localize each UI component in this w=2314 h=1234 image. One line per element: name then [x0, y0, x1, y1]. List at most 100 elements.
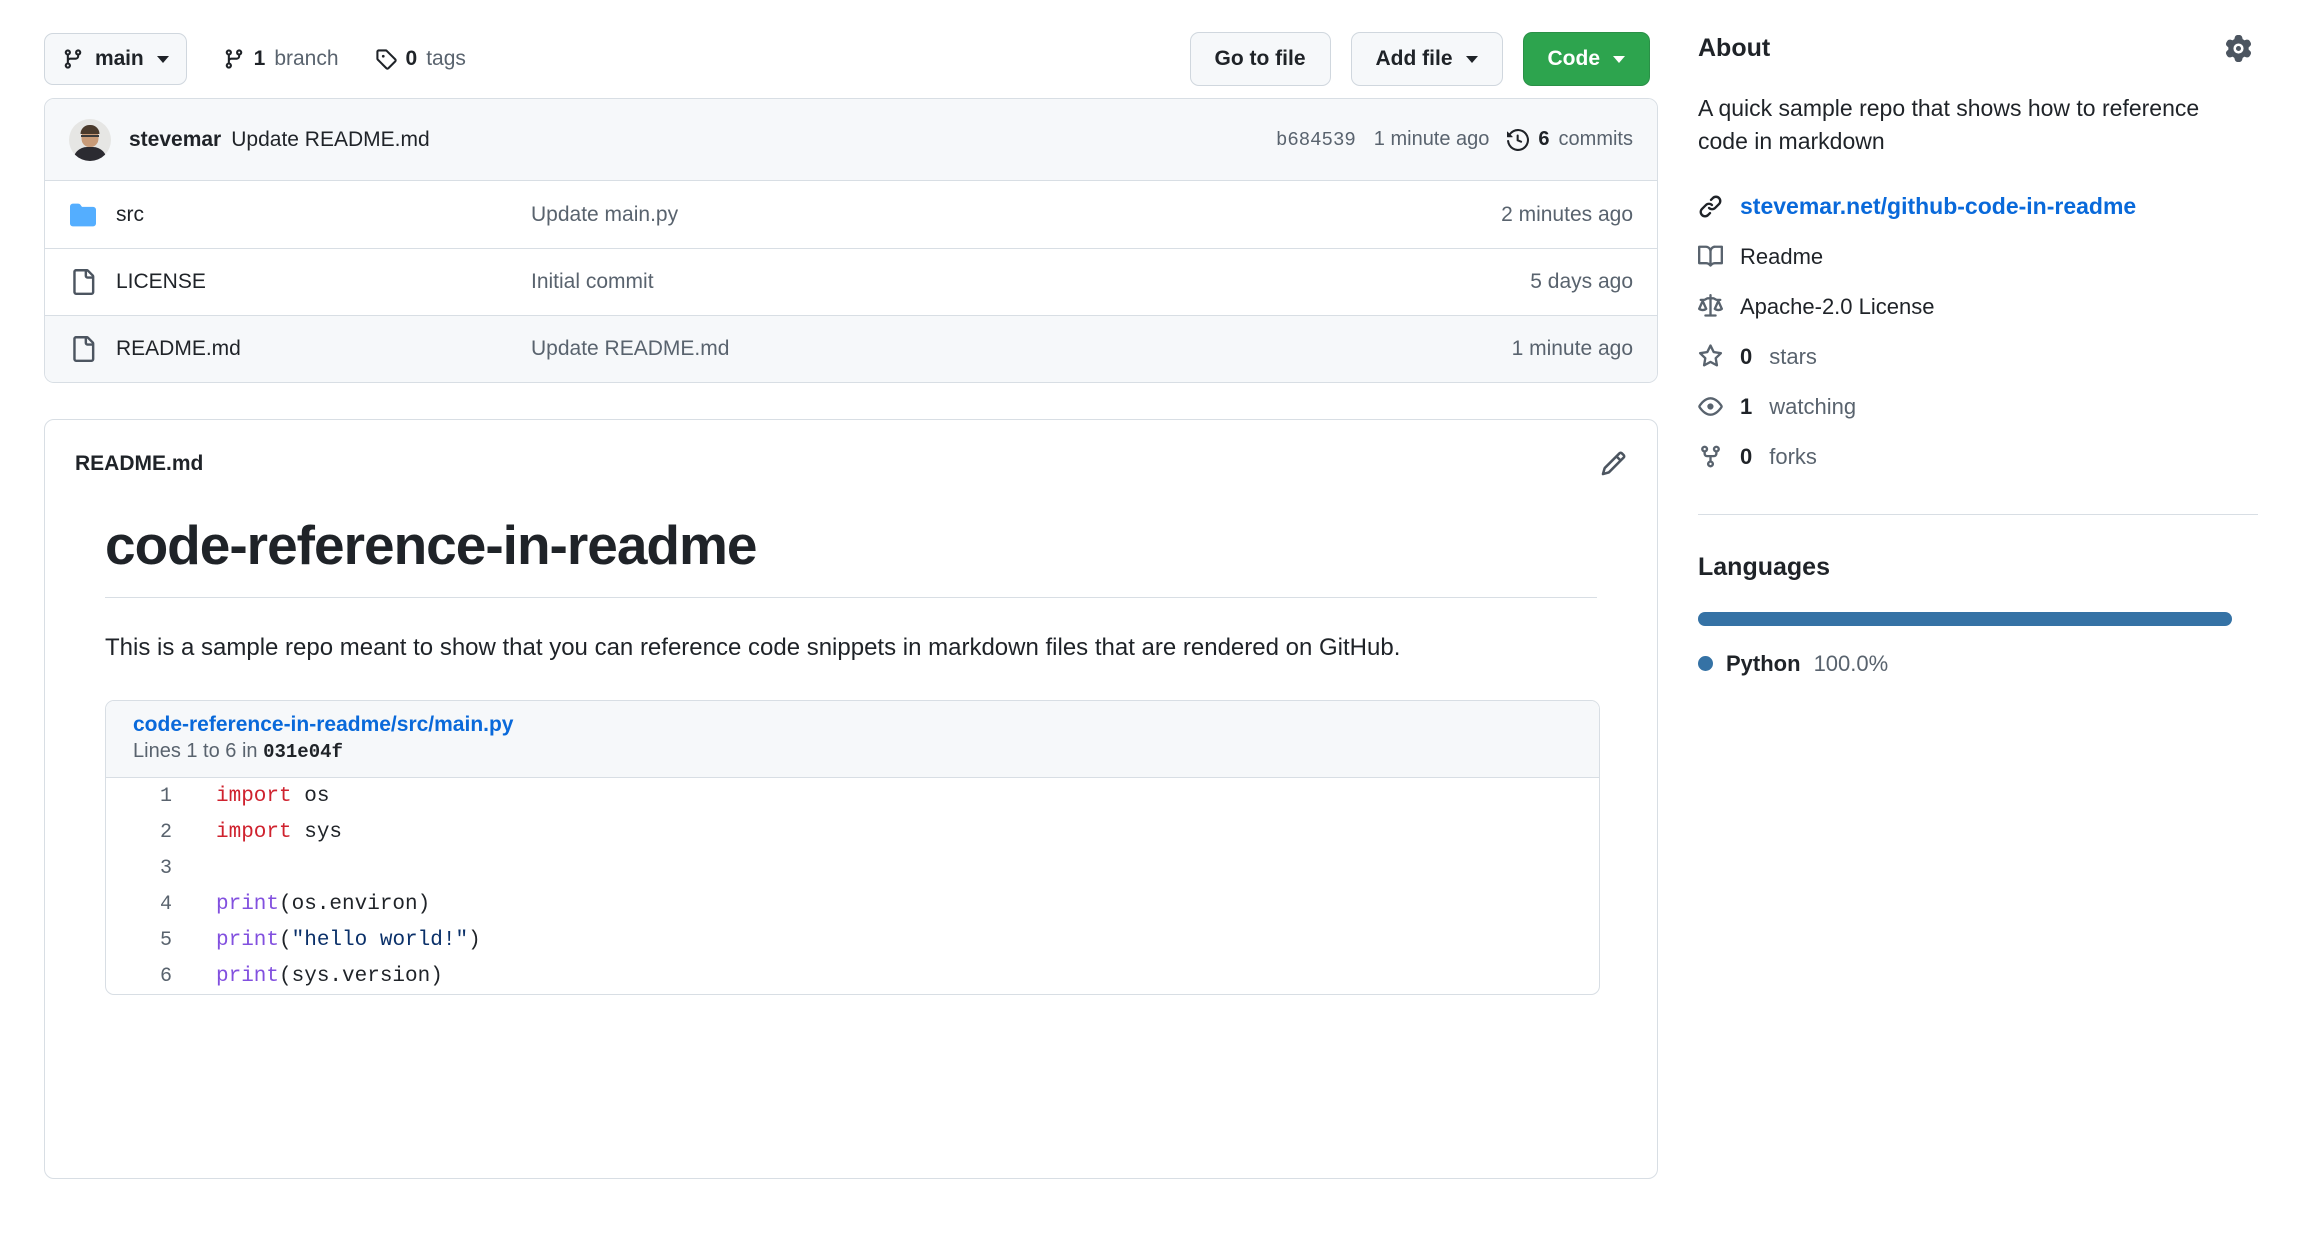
file-name-link[interactable]: LICENSE [116, 270, 531, 294]
code-line-number: 3 [159, 856, 172, 880]
file-commit-message-link[interactable]: Initial commit [531, 270, 1530, 294]
language-bar-segment [1698, 611, 2232, 626]
about-title: About [1698, 34, 1771, 62]
code-snippet-block: code-reference-in-readme/src/main.py Lin… [105, 700, 1600, 996]
file-icon [69, 269, 97, 295]
chevron-down-icon [1465, 55, 1478, 63]
code-snippet-commit-sha: 031e04f [263, 741, 343, 764]
code-line-row: 1 import os [106, 778, 1599, 814]
code-lines-table: 1 import os 2 import sys 3 4 print (os.environ… [106, 778, 1599, 994]
language-legend-item[interactable]: Python 100.0% [1698, 651, 2258, 677]
license-label: Apache-2.0 License [1740, 293, 1935, 319]
branch-count-link[interactable]: 1 branch [223, 47, 339, 71]
language-name: Python [1726, 650, 1801, 676]
stars-count: 0 [1740, 343, 1753, 369]
table-row[interactable]: src Update main.py 2 minutes ago [45, 181, 1657, 248]
latest-commit-bar: stevemar Update README.md b684539 1 minu… [45, 99, 1657, 181]
commit-meta: b684539 1 minute ago 6 commits [1276, 128, 1633, 151]
go-to-file-button[interactable]: Go to file [1189, 32, 1331, 86]
file-commit-message-link[interactable]: Update main.py [531, 203, 1501, 227]
languages-title: Languages [1698, 552, 1830, 581]
code-token: import [216, 784, 292, 808]
file-listing-card: stevemar Update README.md b684539 1 minu… [44, 98, 1658, 383]
code-token: print [216, 928, 280, 952]
readme-link-item[interactable]: Readme [1698, 244, 2258, 270]
code-line-row: 5 print("hello world!") [106, 922, 1599, 958]
stars-item[interactable]: 0 stars [1698, 344, 2258, 370]
code-token: (os.environ) [279, 892, 431, 916]
law-icon [1698, 294, 1723, 319]
folder-icon [69, 202, 97, 228]
fork-icon [1698, 444, 1723, 469]
tag-count-label: tags [426, 47, 466, 70]
code-token: ) [468, 928, 481, 952]
commit-message-link[interactable]: Update README.md [231, 128, 429, 152]
code-line-content: import os [202, 778, 1599, 814]
watching-item[interactable]: 1 watching [1698, 394, 2258, 420]
website-link[interactable]: stevemar.net/github-code-in-readme [1740, 193, 2136, 220]
language-percent: 100.0% [1813, 650, 1889, 676]
forks-count: 0 [1740, 443, 1753, 469]
toolbar-actions: Go to file Add file Code [1189, 32, 1659, 86]
code-line-number: 4 [159, 892, 172, 916]
sidebar-divider [1698, 513, 2258, 515]
branch-selector-button[interactable]: main [44, 33, 187, 85]
chevron-down-icon [156, 55, 169, 63]
history-clock-icon [1507, 128, 1530, 151]
chevron-down-icon [1613, 55, 1625, 63]
commit-sha[interactable]: b684539 [1276, 129, 1356, 151]
commit-author-link[interactable]: stevemar [129, 128, 221, 152]
commit-history-link[interactable]: 6 commits [1507, 128, 1633, 151]
avatar[interactable] [69, 118, 111, 161]
code-line-number: 6 [159, 964, 172, 988]
go-to-file-label: Go to file [1214, 47, 1306, 70]
branch-count-number: 1 [253, 47, 266, 70]
tag-count-link[interactable]: 0 tags [375, 47, 466, 71]
gear-icon[interactable] [2225, 35, 2258, 62]
language-color-dot [1698, 656, 1713, 672]
code-button[interactable]: Code [1522, 32, 1650, 86]
commit-time: 1 minute ago [1373, 128, 1490, 150]
commits-count-label: commits [1558, 128, 1633, 150]
branch-name-label: main [95, 47, 144, 70]
book-icon [1698, 244, 1723, 269]
languages-legend: Python 100.0% [1698, 651, 2258, 677]
eye-icon [1698, 394, 1723, 419]
code-token: import [216, 820, 292, 844]
table-row[interactable]: LICENSE Initial commit 5 days ago [45, 248, 1657, 315]
file-name-link[interactable]: README.md [116, 337, 531, 361]
main-column: main 1 branch 0 tags Go to file Add file… [44, 0, 1658, 1179]
file-name-link[interactable]: src [116, 203, 531, 227]
sidebar: About A quick sample repo that shows how… [1698, 0, 2258, 677]
code-snippet-header: code-reference-in-readme/src/main.py Lin… [106, 701, 1599, 779]
file-commit-time: 2 minutes ago [1501, 202, 1633, 226]
code-line-row: 6 print(sys.version) [106, 958, 1599, 994]
forks-item[interactable]: 0 forks [1698, 444, 2258, 470]
code-line-row: 2 import sys [106, 814, 1599, 850]
code-line-content: import sys [202, 814, 1599, 850]
file-commit-time: 1 minute ago [1511, 337, 1633, 360]
code-snippet-path-link[interactable]: code-reference-in-readme/src/main.py [133, 713, 1572, 737]
add-file-button[interactable]: Add file [1350, 32, 1503, 86]
code-token: sys [291, 820, 343, 844]
repository-page: main 1 branch 0 tags Go to file Add file… [0, 0, 2314, 1234]
table-row[interactable]: README.md Update README.md 1 minute ago [45, 315, 1657, 382]
repo-toolbar: main 1 branch 0 tags Go to file Add file… [44, 0, 1658, 92]
star-icon [1698, 344, 1723, 369]
file-rows: src Update main.py 2 minutes ago LICENSE Ini… [45, 181, 1657, 382]
readme-header: README.md [45, 420, 1657, 477]
readme-paragraph: This is a sample repo meant to show that… [105, 634, 1401, 661]
readme-card: README.md code-reference-in-readme This … [44, 419, 1658, 1179]
link-icon [1698, 194, 1723, 219]
code-line-content [202, 850, 1599, 886]
file-commit-message-link[interactable]: Update README.md [531, 337, 1512, 361]
branch-icon [62, 48, 84, 70]
edit-pencil-icon[interactable] [1600, 450, 1627, 477]
license-item[interactable]: Apache-2.0 License [1698, 294, 2258, 320]
languages-bar [1698, 611, 2232, 626]
readme-heading: code-reference-in-readme [105, 513, 1597, 598]
code-line-row: 3 [106, 850, 1599, 886]
file-commit-time: 5 days ago [1530, 270, 1633, 293]
code-token: (sys.version) [279, 964, 443, 988]
code-token: os [291, 784, 330, 808]
